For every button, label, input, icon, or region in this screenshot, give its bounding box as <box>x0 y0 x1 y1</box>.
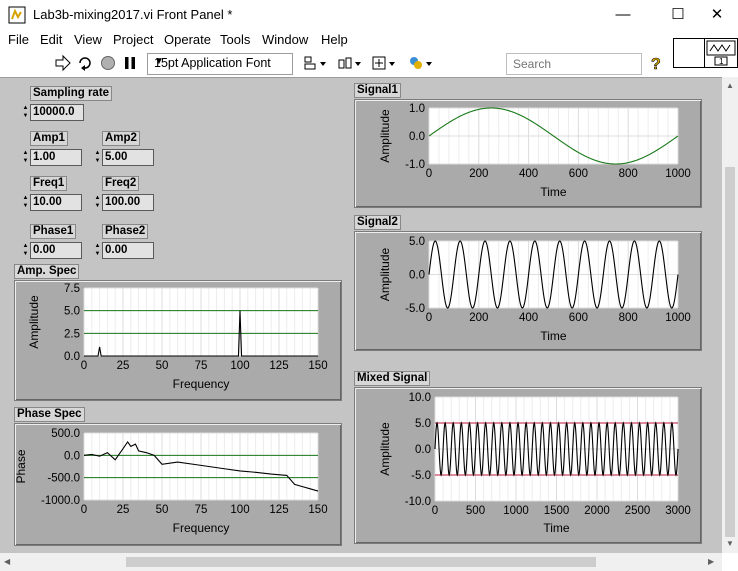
amp_spec-chart: 0 25 50 75 100 125 150 7.5 5.0 2.5 0.0 Frequency Amp… <box>27 283 328 391</box>
x-tick-label: 1500 <box>544 505 570 517</box>
y-tick-label: -1.0 <box>405 159 425 171</box>
x-axis-label: Frequency <box>173 377 230 391</box>
y-tick-label: -5.0 <box>411 470 431 482</box>
y-tick-label: 1.0 <box>409 103 425 115</box>
y-tick-label: 0.0 <box>415 444 431 456</box>
x-axis-label: Time <box>540 329 567 343</box>
y-axis-label: Amplitude <box>378 422 392 476</box>
x-tick-label: 25 <box>117 504 130 516</box>
x-tick-label: 50 <box>156 504 169 516</box>
scroll-left-icon[interactable]: ◀ <box>4 557 10 566</box>
x-tick-label: 200 <box>469 168 488 180</box>
x-tick-label: 75 <box>195 360 208 372</box>
y-tick-label: 5.0 <box>409 236 425 248</box>
y-tick-label: 5.0 <box>64 306 80 318</box>
x-tick-label: 0 <box>81 360 87 372</box>
x-tick-label: 400 <box>519 312 538 324</box>
x-tick-label: 800 <box>619 168 638 180</box>
x-tick-label: 25 <box>117 360 130 372</box>
x-tick-label: 125 <box>269 360 288 372</box>
x-axis-label: Time <box>543 521 570 535</box>
x-tick-label: 200 <box>469 312 488 324</box>
vertical-scrollbar[interactable]: ▲ ▼ <box>722 77 738 553</box>
y-tick-label: -500.0 <box>47 473 80 485</box>
horizontal-scrollbar[interactable]: ◀ ▶ <box>0 553 722 571</box>
y-axis-label: Amplitude <box>378 109 392 163</box>
x-tick-label: 0 <box>426 168 432 180</box>
x-tick-label: 1000 <box>665 312 691 324</box>
x-axis-label: Frequency <box>173 521 230 535</box>
x-tick-label: 125 <box>269 504 288 516</box>
phase_spec-chart: 0 25 50 75 100 125 150 500.0 0.0 -500.0 -1000.0 Fre… <box>14 428 328 535</box>
signal1-chart: 0 200 400 600 800 1000 1.0 0.0 -1.0 Time Amplitude <box>378 103 691 199</box>
vertical-scroll-thumb[interactable] <box>725 167 735 537</box>
y-tick-label: 0.0 <box>64 450 80 462</box>
x-tick-label: 0 <box>432 505 438 517</box>
scroll-up-icon[interactable]: ▲ <box>726 81 734 90</box>
y-tick-label: 7.5 <box>64 283 80 295</box>
x-tick-label: 0 <box>81 504 87 516</box>
horizontal-scroll-thumb[interactable] <box>126 557 596 567</box>
y-axis-label: Phase <box>14 449 28 483</box>
x-axis-label: Time <box>540 185 567 199</box>
y-tick-label: 10.0 <box>409 392 431 404</box>
x-tick-label: 400 <box>519 168 538 180</box>
x-tick-label: 600 <box>569 168 588 180</box>
x-tick-label: 600 <box>569 312 588 324</box>
x-tick-label: 500 <box>466 505 485 517</box>
x-tick-label: 100 <box>230 360 249 372</box>
y-axis-label: Amplitude <box>27 295 41 349</box>
x-tick-label: 150 <box>308 504 327 516</box>
x-tick-label: 2000 <box>584 505 610 517</box>
y-tick-label: 0.0 <box>409 131 425 143</box>
x-tick-label: 1000 <box>503 505 529 517</box>
x-tick-label: 100 <box>230 504 249 516</box>
x-tick-label: 150 <box>308 360 327 372</box>
y-tick-label: -5.0 <box>405 303 425 315</box>
charts-layer: 0 25 50 75 100 125 150 7.5 5.0 2.5 0.0 Frequency Amp… <box>14 103 691 535</box>
x-tick-label: 2500 <box>625 505 651 517</box>
x-tick-label: 75 <box>195 504 208 516</box>
x-tick-label: 800 <box>619 312 638 324</box>
scroll-right-icon[interactable]: ▶ <box>708 557 714 566</box>
y-axis-label: Amplitude <box>378 248 392 302</box>
y-tick-label: 0.0 <box>409 270 425 282</box>
x-tick-label: 0 <box>426 312 432 324</box>
x-tick-label: 3000 <box>665 505 691 517</box>
y-tick-label: 2.5 <box>64 328 80 340</box>
y-tick-label: 5.0 <box>415 418 431 430</box>
x-tick-label: 1000 <box>665 168 691 180</box>
x-tick-label: 50 <box>156 360 169 372</box>
mixed-chart: 0 500 1000 1500 2000 2500 3000 10.0 5.0 0.0 -5.0 -1… <box>378 392 691 535</box>
scroll-down-icon[interactable]: ▼ <box>726 539 734 548</box>
y-tick-label: 0.0 <box>64 351 80 363</box>
y-tick-label: -10.0 <box>405 496 431 508</box>
y-tick-label: 500.0 <box>51 428 80 440</box>
y-tick-label: -1000.0 <box>41 495 80 507</box>
signal2-chart: 0 200 400 600 800 1000 5.0 0.0 -5.0 Time Amplitude <box>378 236 691 343</box>
